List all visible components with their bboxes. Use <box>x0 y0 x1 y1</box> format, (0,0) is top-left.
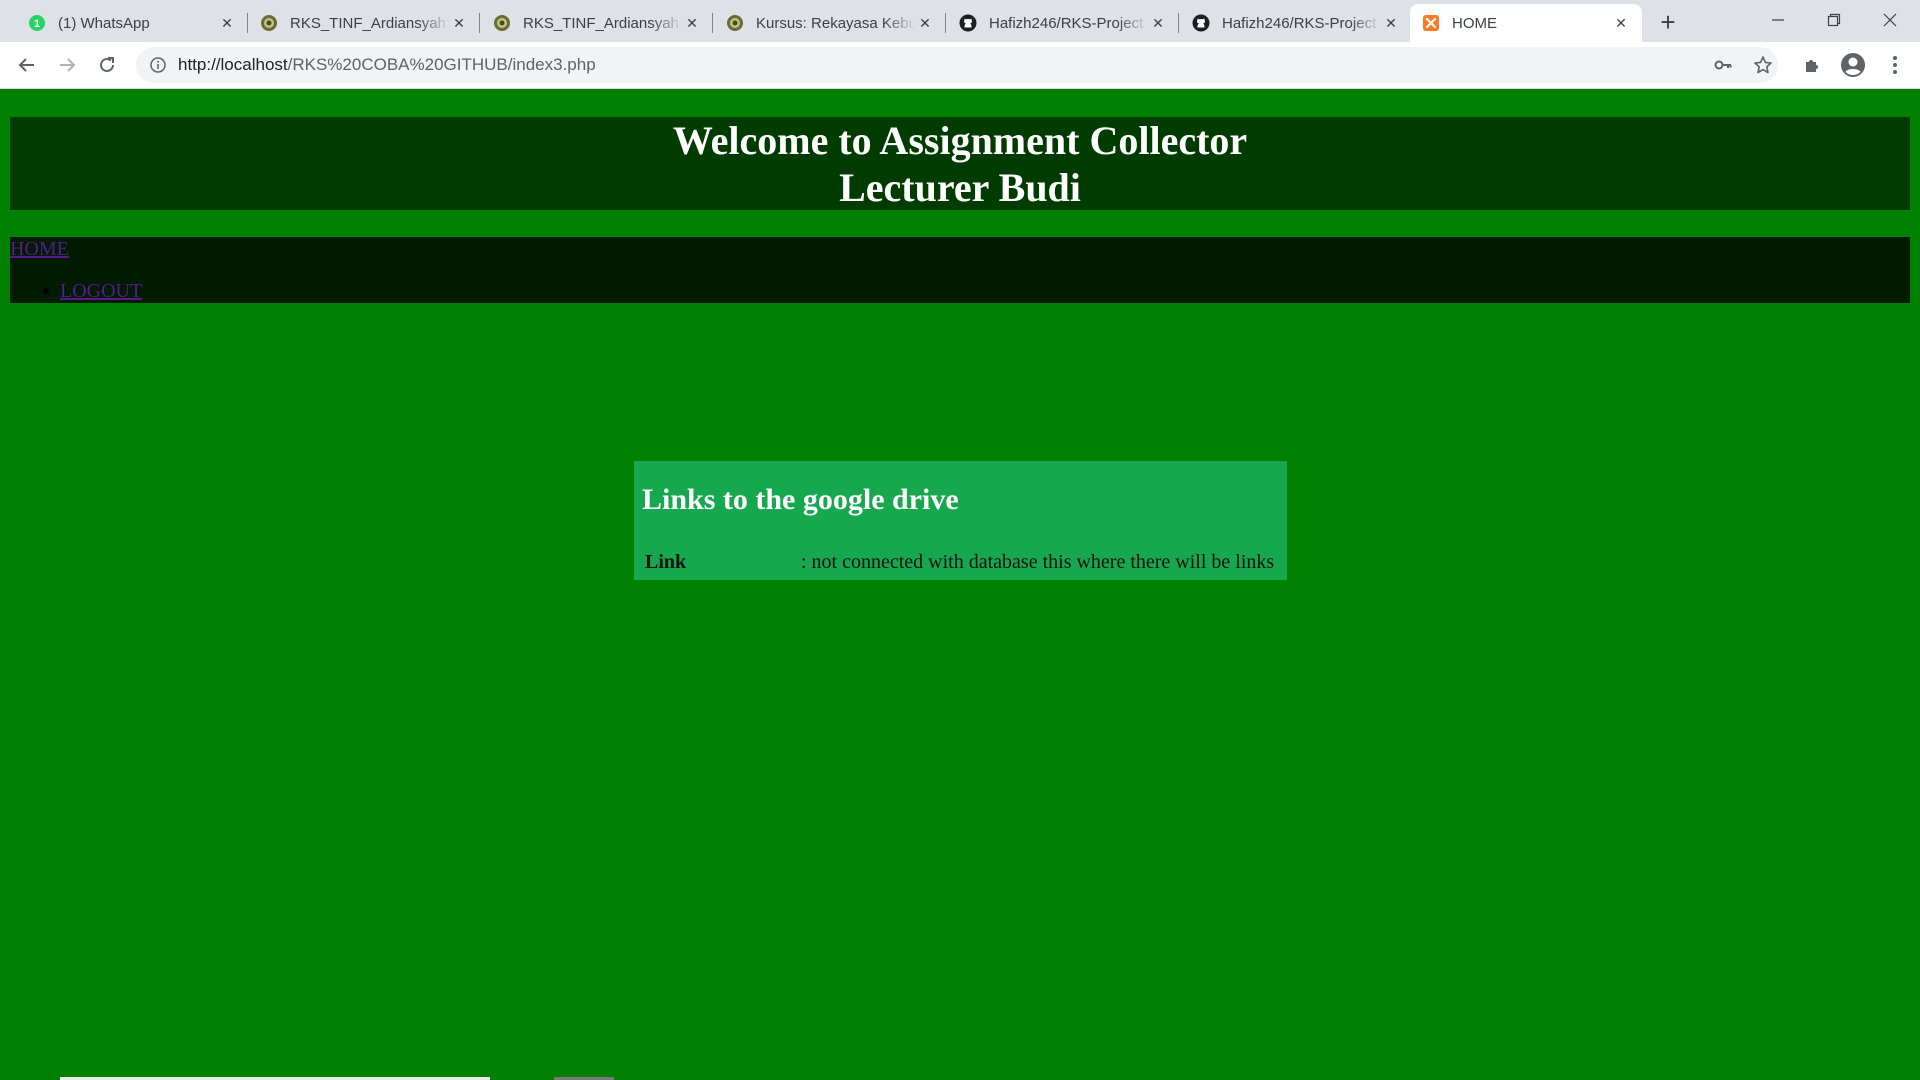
nav-list-item: LOGOUT <box>10 279 142 303</box>
key-icon[interactable] <box>1708 50 1738 80</box>
info-icon[interactable] <box>148 57 168 73</box>
browser-chrome: 1 (1) WhatsApp ✕ RKS_TINF_Ardiansyah: To… <box>0 0 1920 89</box>
nav-home-link[interactable]: HOME <box>10 237 69 261</box>
reload-button[interactable] <box>90 48 124 82</box>
tab-rks-2[interactable]: RKS_TINF_Ardiansyah: Topik ✕ <box>481 4 713 42</box>
link-label: Link <box>645 551 687 573</box>
arrow-right-icon <box>60 58 76 72</box>
back-button[interactable] <box>10 48 44 82</box>
tab-separator <box>479 13 480 33</box>
reload-icon <box>100 57 114 72</box>
tab-title: (1) WhatsApp <box>58 14 150 32</box>
tab-title: Hafizh246/RKS-Project <box>989 14 1144 32</box>
page-content: Welcome to Assignment Collector Lecturer… <box>0 89 1920 1080</box>
close-icon[interactable]: ✕ <box>916 14 934 32</box>
tab-separator <box>712 13 713 33</box>
kebab-menu-icon[interactable] <box>1880 50 1910 80</box>
tab-kursus[interactable]: Kursus: Rekayasa Kebutuhan ✕ <box>714 4 946 42</box>
url-path: /RKS%20COBA%20GITHUB/index3.php <box>287 55 596 74</box>
github-icon <box>1192 14 1210 32</box>
star-icon[interactable] <box>1748 50 1778 80</box>
browser-toolbar: http://localhost/RKS%20COBA%20GITHUB/ind… <box>0 42 1920 89</box>
tab-title: Kursus: Rekayasa Kebutuhan <box>756 14 916 32</box>
close-icon[interactable]: ✕ <box>218 14 236 32</box>
university-icon <box>726 14 744 32</box>
tab-home[interactable]: HOME ✕ <box>1410 4 1642 42</box>
close-icon[interactable]: ✕ <box>1149 14 1167 32</box>
tab-separator <box>1178 13 1179 33</box>
minimize-icon <box>1772 19 1784 21</box>
tab-strip: 1 (1) WhatsApp ✕ RKS_TINF_Ardiansyah: To… <box>0 0 1920 42</box>
close-icon[interactable]: ✕ <box>1612 14 1630 32</box>
tab-title: RKS_TINF_Ardiansyah: Topik <box>290 14 450 32</box>
url-text: http://localhost/RKS%20COBA%20GITHUB/ind… <box>178 55 1778 75</box>
links-card: Links to the google drive Link : not con… <box>634 461 1287 580</box>
github-icon <box>959 14 977 32</box>
whatsapp-icon: 1 <box>28 14 46 32</box>
tab-rks-1[interactable]: RKS_TINF_Ardiansyah: Topik ✕ <box>248 4 480 42</box>
university-icon <box>260 14 278 32</box>
header-title: Welcome to Assignment Collector <box>672 118 1248 163</box>
arrow-left-icon <box>18 58 34 72</box>
svg-text:1: 1 <box>34 18 40 30</box>
link-value: : not connected with database this where… <box>801 551 1275 573</box>
minimize-button[interactable] <box>1750 0 1806 40</box>
tab-whatsapp[interactable]: 1 (1) WhatsApp ✕ <box>16 4 248 42</box>
url-host: http://localhost <box>178 55 288 74</box>
close-icon[interactable]: ✕ <box>1382 14 1400 32</box>
tab-separator <box>945 13 946 33</box>
nav-logout-link[interactable]: LOGOUT <box>60 280 142 302</box>
address-bar[interactable]: http://localhost/RKS%20COBA%20GITHUB/ind… <box>136 47 1778 83</box>
profile-icon[interactable] <box>1838 50 1868 80</box>
tab-github-2[interactable]: Hafizh246/RKS-Project ✕ <box>1180 4 1412 42</box>
restore-button[interactable] <box>1806 0 1862 40</box>
tab-title: HOME <box>1452 14 1497 32</box>
forward-button[interactable] <box>50 48 84 82</box>
close-icon <box>1883 13 1897 27</box>
nav-list: LOGOUT <box>10 279 142 303</box>
restore-icon <box>1827 13 1841 27</box>
card-title: Links to the google drive <box>642 483 959 516</box>
tab-github-1[interactable]: Hafizh246/RKS-Project ✕ <box>947 4 1179 42</box>
header-subtitle: Lecturer Budi <box>839 165 1081 210</box>
xampp-icon <box>1422 14 1440 32</box>
new-tab-button[interactable]: + <box>1652 6 1684 38</box>
nav-bar: HOME LOGOUT <box>10 237 1910 303</box>
close-icon[interactable]: ✕ <box>683 14 701 32</box>
tab-title: RKS_TINF_Ardiansyah: Topik <box>523 14 683 32</box>
close-icon[interactable]: ✕ <box>450 14 468 32</box>
extensions-icon[interactable] <box>1797 50 1827 80</box>
page-header: Welcome to Assignment Collector Lecturer… <box>10 117 1910 210</box>
tab-title: Hafizh246/RKS-Project <box>1222 14 1377 32</box>
close-window-button[interactable] <box>1862 0 1918 40</box>
university-icon <box>493 14 511 32</box>
